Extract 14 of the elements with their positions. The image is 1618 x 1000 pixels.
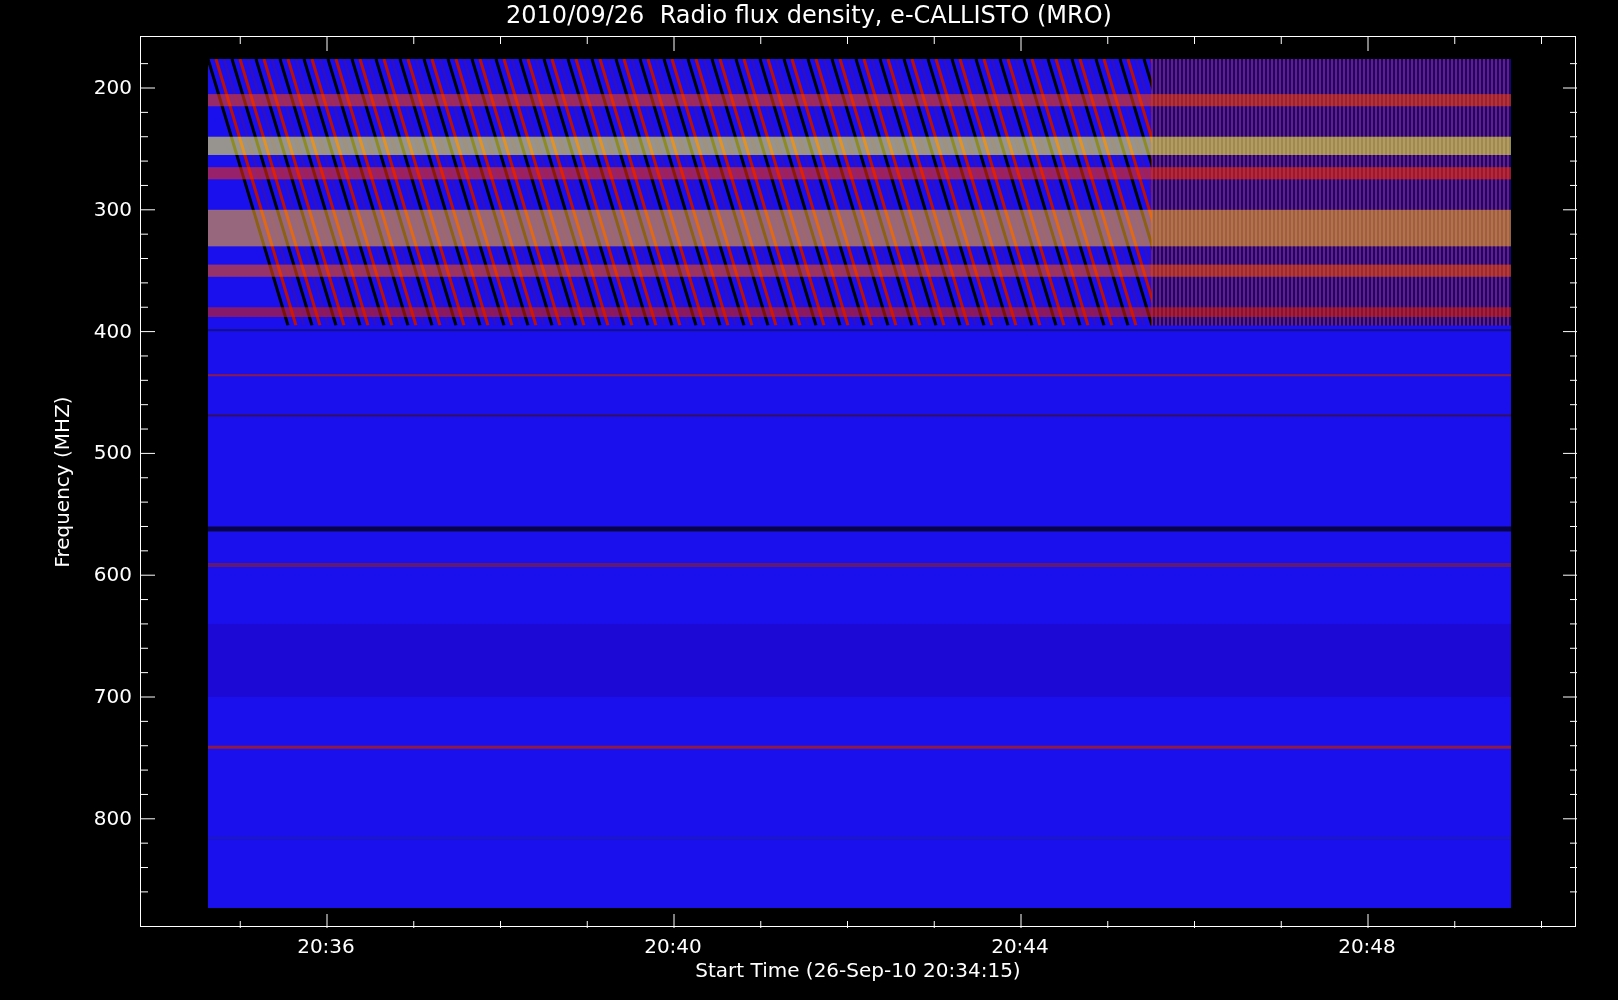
x-tick-label: 20:40	[643, 934, 703, 958]
y-tick-label: 400	[92, 318, 132, 343]
y-tick-label: 600	[92, 562, 132, 587]
y-tick-label: 500	[92, 440, 132, 465]
y-tick-label: 300	[92, 196, 132, 221]
y-axis-title: Frequency (MHZ)	[50, 396, 74, 568]
x-tick-label: 20:36	[296, 934, 356, 958]
x-axis-title: Start Time (26-Sep-10 20:34:15)	[694, 958, 1022, 982]
x-tick-label: 20:44	[990, 934, 1050, 958]
y-tick-label: 700	[92, 684, 132, 708]
x-tick-label: 20:48	[1337, 934, 1397, 958]
y-tick-label: 200	[92, 75, 132, 99]
chart-title: 2010/09/26 Radio flux density, e-CALLISTO (MRO)	[505, 0, 1113, 30]
y-tick-label: 800	[92, 805, 132, 830]
